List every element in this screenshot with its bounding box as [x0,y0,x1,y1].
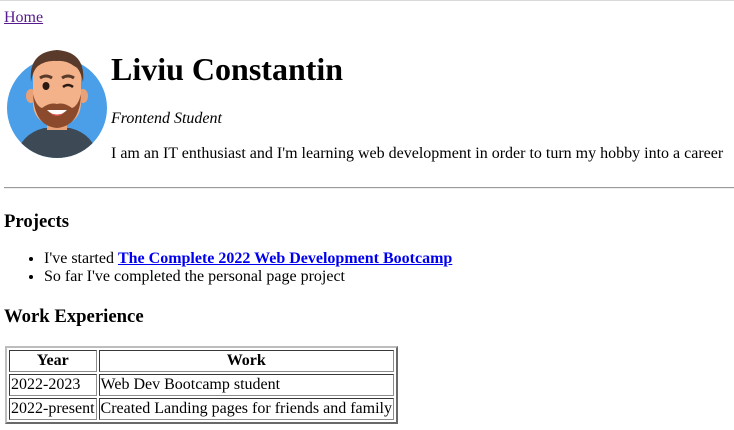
table-cell-work: Created Landing pages for friends and fa… [98,398,394,420]
column-header-work: Work [98,350,394,372]
avatar-image [7,50,107,158]
profile-bio: I am an IT enthusiast and I'm learning w… [111,145,724,162]
project-item-prefix: I've started [44,250,118,267]
column-header-year: Year [9,350,97,372]
work-experience-heading: Work Experience [4,306,144,327]
list-item: So far I've completed the personal page … [44,268,452,286]
bootcamp-link[interactable]: The Complete 2022 Web Development Bootca… [118,250,452,267]
table-header-row: Year Work [9,350,394,372]
table-cell-year: 2022-present [9,398,97,420]
table-row: 2022-2023 Web Dev Bootcamp student [9,374,394,396]
horizontal-rule [4,187,734,189]
table-cell-year: 2022-2023 [9,374,97,396]
projects-heading: Projects [4,211,70,232]
top-border [0,0,734,1]
work-experience-table: Year Work 2022-2023 Web Dev Bootcamp stu… [5,346,398,424]
profile-name: Liviu Constantin [111,51,344,87]
home-link[interactable]: Home [4,9,43,27]
projects-list: I've started The Complete 2022 Web Devel… [4,250,452,286]
table-cell-work: Web Dev Bootcamp student [98,374,394,396]
list-item: I've started The Complete 2022 Web Devel… [44,250,452,268]
profile-subtitle: Frontend Student [111,110,222,127]
table-row: 2022-present Created Landing pages for f… [9,398,394,420]
